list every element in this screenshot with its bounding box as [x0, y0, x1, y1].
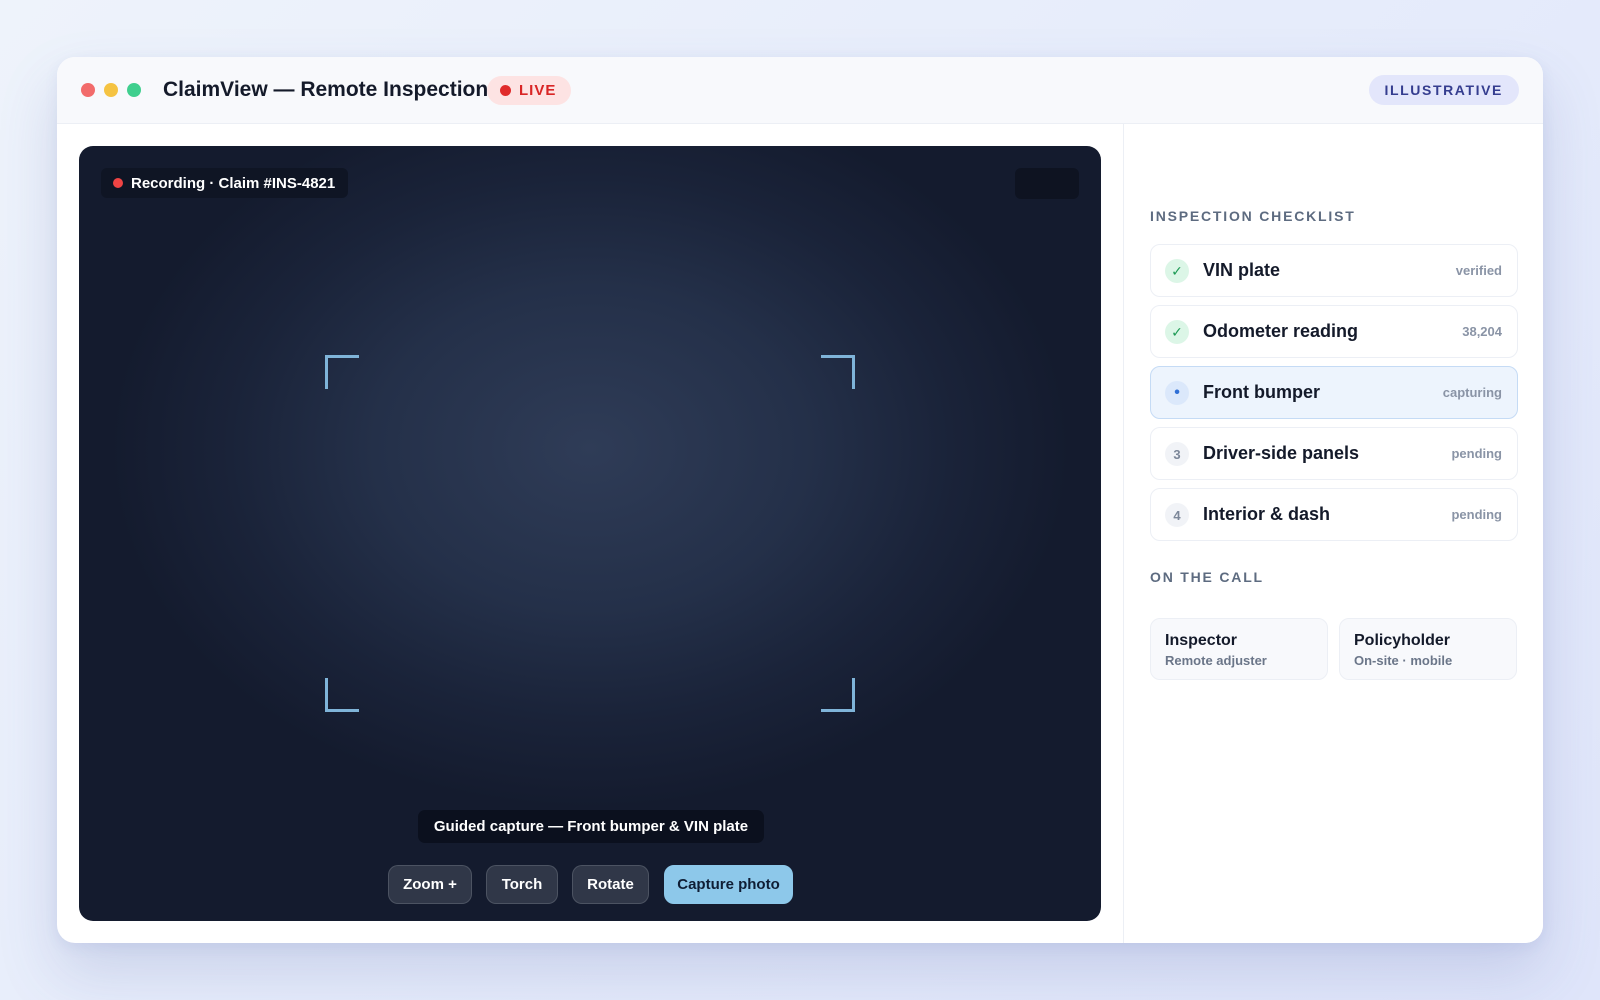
checklist-item-status: pending	[1451, 446, 1502, 461]
checkmark-icon: ✓	[1165, 259, 1189, 283]
checklist-item-status: pending	[1451, 507, 1502, 522]
frame-corner-top-right-icon	[821, 355, 855, 389]
checklist-item-status: verified	[1455, 263, 1502, 278]
frame-corner-bottom-right-icon	[821, 678, 855, 712]
rotate-button[interactable]: Rotate	[572, 865, 649, 904]
live-label: LIVE	[519, 82, 557, 99]
recording-dot-icon	[113, 178, 123, 188]
sidebar: INSPECTION CHECKLIST ✓ VIN plate verifie…	[1123, 124, 1543, 943]
checklist-title: INSPECTION CHECKLIST	[1150, 208, 1356, 224]
checklist-item-label: Driver-side panels	[1203, 443, 1360, 463]
minimize-window-button[interactable]	[104, 83, 118, 97]
guided-capture-caption: Guided capture — Front bumper & VIN plat…	[418, 810, 764, 843]
in-progress-dot-icon: •	[1165, 381, 1189, 405]
participant-role: On-site · mobile	[1354, 653, 1453, 668]
title-bar: ClaimView — Remote Inspection LIVE ILLUS…	[57, 57, 1543, 124]
checklist-item-interior-dash[interactable]: 4 Interior & dash pending	[1150, 488, 1518, 541]
checklist-item-label: Odometer reading	[1203, 321, 1359, 341]
recording-tag: Recording · Claim #INS-4821	[101, 168, 349, 198]
step-number-icon: 4	[1165, 503, 1189, 527]
checklist-item-label: VIN plate	[1203, 260, 1281, 280]
step-number-icon: 3	[1165, 442, 1189, 466]
checklist-item-odometer[interactable]: ✓ Odometer reading 38,204	[1150, 305, 1518, 358]
frame-corner-top-left-icon	[325, 355, 359, 389]
participant-role: Remote adjuster	[1165, 653, 1267, 668]
maximize-window-button[interactable]	[127, 83, 141, 97]
camera-feed[interactable]: Recording · Claim #INS-4821 Guided captu…	[79, 146, 1101, 921]
zoom-in-button[interactable]: Zoom +	[388, 865, 472, 904]
participant-name: Inspector	[1165, 632, 1238, 649]
checklist-item-status: 38,204	[1462, 324, 1502, 339]
participant-card-policyholder[interactable]: Policyholder On-site · mobile	[1339, 618, 1517, 680]
capture-photo-button[interactable]: Capture photo	[664, 865, 793, 904]
app-window: ClaimView — Remote Inspection LIVE ILLUS…	[57, 57, 1543, 943]
checklist-item-driver-side-panels[interactable]: 3 Driver-side panels pending	[1150, 427, 1518, 480]
recording-label: Recording · Claim #INS-4821	[131, 174, 336, 192]
camera-control-pill[interactable]	[1015, 168, 1079, 199]
participant-name: Policyholder	[1354, 632, 1451, 649]
checklist-item-vin-plate[interactable]: ✓ VIN plate verified	[1150, 244, 1518, 297]
checkmark-icon: ✓	[1165, 320, 1189, 344]
checklist-item-front-bumper[interactable]: • Front bumper capturing	[1150, 366, 1518, 419]
torch-button[interactable]: Torch	[486, 865, 558, 904]
frame-corner-bottom-left-icon	[325, 678, 359, 712]
checklist-item-label: Front bumper	[1203, 382, 1320, 402]
live-badge: LIVE	[487, 76, 571, 105]
illustrative-badge: ILLUSTRATIVE	[1368, 75, 1519, 105]
checklist-item-label: Interior & dash	[1203, 504, 1331, 524]
participant-card-inspector[interactable]: Inspector Remote adjuster	[1150, 618, 1328, 680]
app-title: ClaimView — Remote Inspection	[163, 78, 489, 101]
close-window-button[interactable]	[81, 83, 95, 97]
live-dot-icon	[500, 85, 511, 96]
on-the-call-title: ON THE CALL	[1150, 569, 1264, 585]
checklist-item-status: capturing	[1442, 385, 1502, 400]
